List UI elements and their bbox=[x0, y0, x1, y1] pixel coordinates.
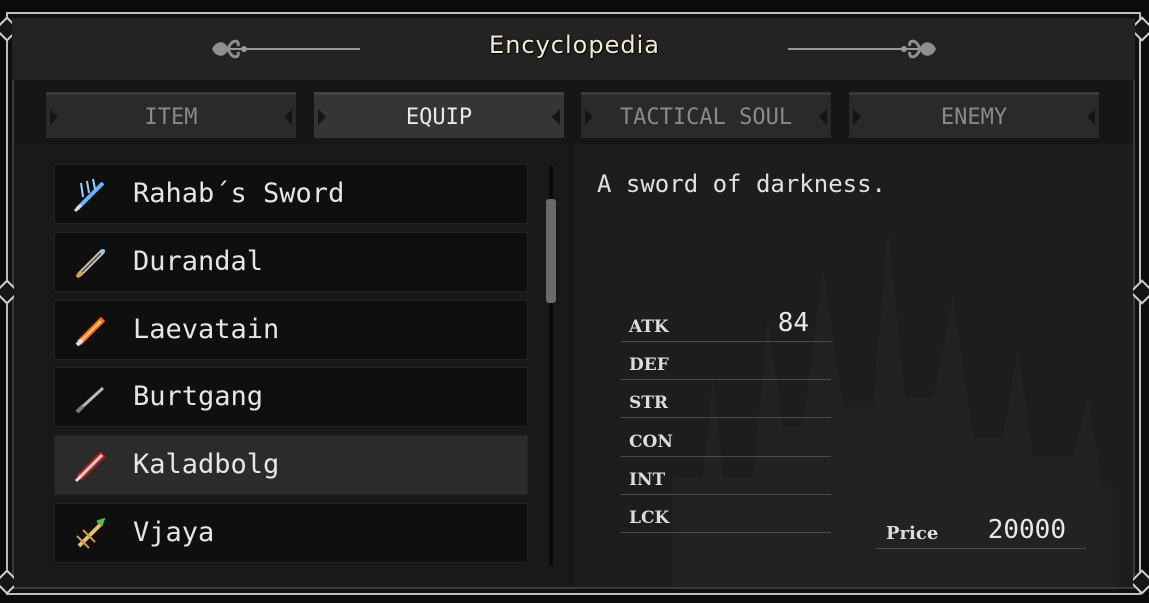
item-description: A sword of darkness. bbox=[597, 170, 886, 198]
tab-enemy[interactable]: ENEMY bbox=[849, 92, 1099, 138]
list-item[interactable]: Kaladbolg bbox=[54, 435, 528, 495]
stat-label: INT bbox=[629, 470, 666, 490]
item-label: Laevatain bbox=[133, 314, 280, 345]
item-label: Durandal bbox=[133, 246, 264, 277]
sword-icon bbox=[75, 249, 105, 279]
item-label: Rahab´s Sword bbox=[133, 178, 345, 209]
stat-label: STR bbox=[629, 393, 669, 413]
ice-sword-icon bbox=[73, 178, 105, 213]
price-row: Price 20000 bbox=[876, 510, 1086, 549]
list-item[interactable]: Rahab´s Sword bbox=[54, 164, 528, 224]
item-label: Kaladbolg bbox=[133, 449, 280, 480]
category-tabs: ITEM EQUIP TACTICAL SOUL ENEMY bbox=[12, 88, 1135, 140]
list-item[interactable]: Durandal bbox=[54, 232, 528, 292]
stat-row-lck: LCK bbox=[621, 494, 831, 533]
stat-label: CON bbox=[629, 432, 673, 452]
tab-equip[interactable]: EQUIP bbox=[314, 92, 564, 138]
price-label: Price bbox=[886, 523, 939, 544]
tab-tactical-soul[interactable]: TACTICAL SOUL bbox=[581, 92, 831, 138]
gold-sword-icon bbox=[76, 517, 106, 549]
window-title: Encyclopedia bbox=[489, 31, 660, 59]
stat-label: LCK bbox=[629, 508, 670, 528]
stat-label: DEF bbox=[629, 355, 669, 375]
stat-value: 84 bbox=[777, 308, 809, 338]
stat-row-def: DEF bbox=[621, 341, 831, 380]
stat-label: ATK bbox=[629, 317, 669, 337]
list-item[interactable]: Burtgang bbox=[54, 367, 528, 427]
stat-row-int: INT bbox=[621, 456, 831, 495]
list-item[interactable]: Vjaya bbox=[54, 503, 528, 563]
list-item[interactable]: Laevatain bbox=[54, 300, 528, 360]
sword-icon bbox=[75, 386, 105, 414]
red-sword-icon bbox=[74, 451, 106, 483]
stat-row-con: CON bbox=[621, 418, 831, 457]
price-value: 20000 bbox=[987, 515, 1066, 545]
stat-row-atk: ATK 84 bbox=[621, 303, 831, 342]
item-label: Vjaya bbox=[133, 517, 215, 548]
item-label: Burtgang bbox=[133, 381, 264, 412]
tab-item[interactable]: ITEM bbox=[46, 92, 296, 138]
flame-sword-icon bbox=[75, 316, 106, 347]
stat-row-str: STR bbox=[621, 379, 831, 418]
list-scrollbar-thumb[interactable] bbox=[546, 199, 556, 303]
